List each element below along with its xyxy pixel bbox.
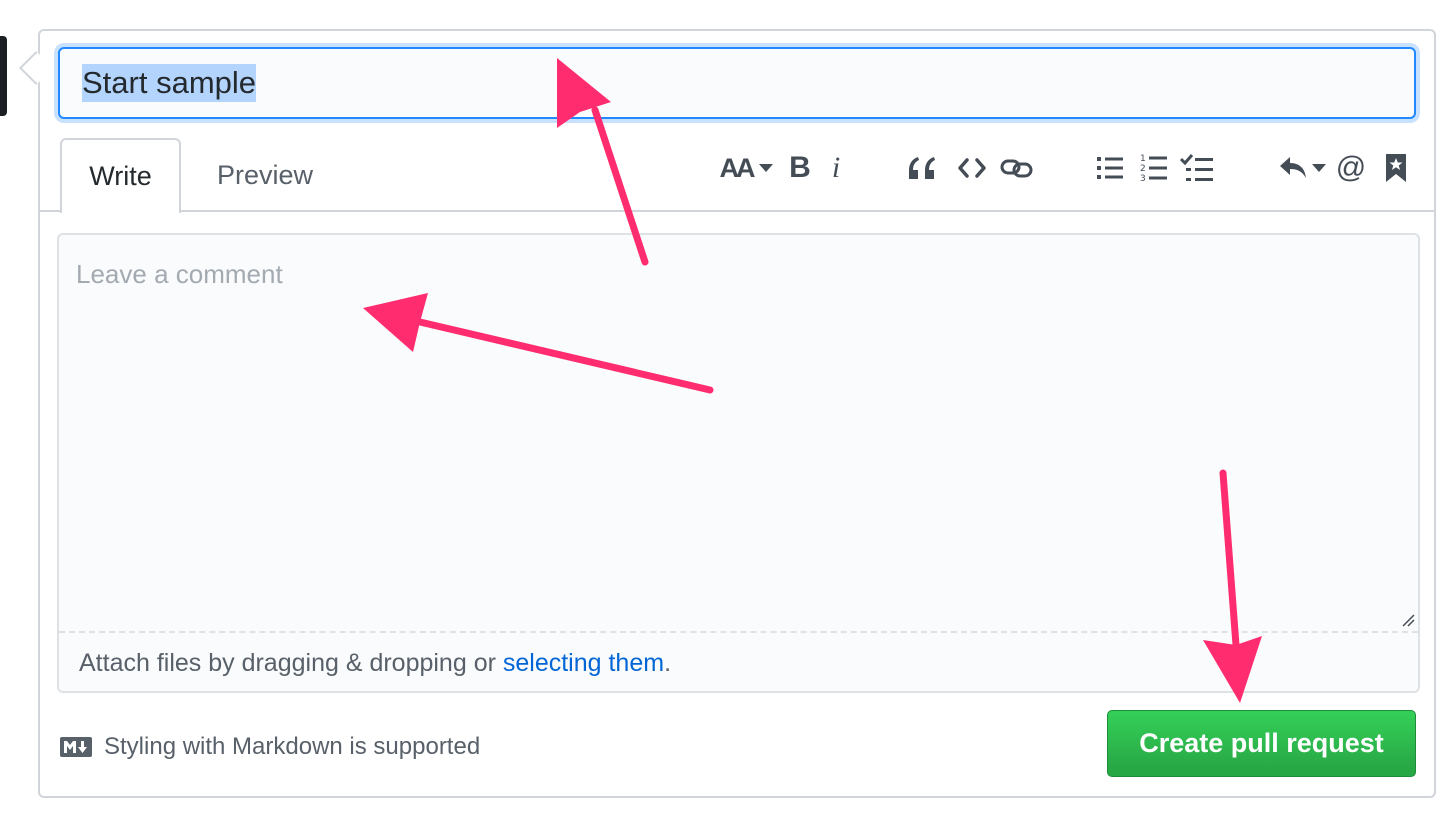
- create-pull-request-button[interactable]: Create pull request: [1107, 710, 1416, 777]
- svg-text:1: 1: [1140, 154, 1146, 164]
- markdown-note-text[interactable]: Styling with Markdown is supported: [104, 733, 480, 761]
- chevron-down-icon: [758, 164, 773, 172]
- resize-handle-icon[interactable]: [1401, 613, 1415, 627]
- svg-text:3: 3: [1140, 174, 1146, 183]
- code-icon: [958, 158, 986, 178]
- task-list-icon: [1180, 154, 1213, 181]
- title-input[interactable]: Start sample: [58, 47, 1416, 119]
- markdown-note: Styling with Markdown is supported: [60, 733, 480, 761]
- avatar: [0, 36, 7, 116]
- markdown-icon[interactable]: [60, 737, 92, 757]
- link-icon: [1000, 159, 1033, 178]
- select-files-link[interactable]: selecting them: [503, 649, 664, 677]
- tab-write[interactable]: Write: [60, 138, 181, 213]
- italic-button[interactable]: i: [824, 148, 848, 188]
- code-button[interactable]: [954, 148, 990, 188]
- chevron-down-icon: [1312, 164, 1326, 172]
- attach-prefix: Attach files by dragging & dropping or: [79, 649, 503, 677]
- quote-button[interactable]: [904, 148, 940, 188]
- quote-icon: [909, 157, 935, 179]
- reference-button[interactable]: [1382, 148, 1410, 188]
- title-input-value: Start sample: [82, 64, 257, 102]
- text-size-icon: AA: [719, 152, 756, 183]
- saved-replies-button[interactable]: [1276, 148, 1328, 188]
- unordered-list-icon: [1097, 157, 1123, 179]
- comment-textarea[interactable]: Leave a comment Attach files by dragging…: [57, 233, 1420, 693]
- bookmark-icon: [1386, 154, 1406, 182]
- mention-button[interactable]: @: [1334, 148, 1368, 188]
- task-list-button[interactable]: [1178, 148, 1216, 188]
- tab-preview[interactable]: Preview: [198, 138, 332, 212]
- attach-files-text: Attach files by dragging & dropping or s…: [79, 649, 671, 678]
- bold-icon: B: [789, 151, 811, 184]
- text-size-button[interactable]: AA: [716, 148, 776, 188]
- attach-suffix: .: [664, 649, 672, 677]
- mention-icon: @: [1335, 151, 1367, 184]
- drop-zone-divider: [59, 631, 1418, 633]
- unordered-list-button[interactable]: [1092, 148, 1128, 188]
- bold-button[interactable]: B: [786, 148, 814, 188]
- reply-icon: [1280, 157, 1306, 178]
- link-button[interactable]: [998, 148, 1036, 188]
- italic-icon: i: [831, 151, 841, 184]
- ordered-list-button[interactable]: 1 2 3: [1136, 148, 1172, 188]
- comment-placeholder: Leave a comment: [76, 259, 283, 289]
- ordered-list-icon: 1 2 3: [1140, 154, 1167, 183]
- svg-text:2: 2: [1140, 164, 1146, 174]
